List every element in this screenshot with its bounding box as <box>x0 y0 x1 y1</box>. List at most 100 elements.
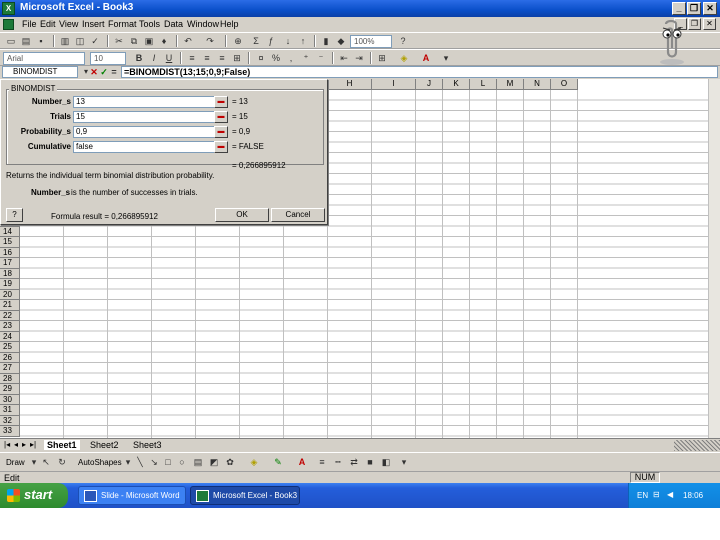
zoom-select[interactable]: 100% <box>350 35 392 48</box>
row-header-29[interactable]: 29 <box>0 384 20 395</box>
menu-tools[interactable]: Tools <box>139 19 160 29</box>
line-icon[interactable]: ╲ <box>134 456 146 468</box>
decrease-indent-icon[interactable]: ⇤ <box>338 52 350 64</box>
network-icon[interactable]: ⊟ <box>653 490 660 499</box>
increase-decimal-icon[interactable]: ⁺ <box>300 52 312 64</box>
format-painter-icon[interactable]: ♦ <box>158 35 170 47</box>
collapse-dialog-icon[interactable]: ▬ <box>214 111 228 123</box>
row-header-28[interactable]: 28 <box>0 373 20 384</box>
row-header-16[interactable]: 16 <box>0 247 20 258</box>
column-header-m[interactable]: M <box>497 79 524 90</box>
increase-indent-icon[interactable]: ⇥ <box>353 52 365 64</box>
fill-color-icon[interactable]: ◈ <box>398 52 410 64</box>
collapse-dialog-icon[interactable]: ▬ <box>214 141 228 153</box>
row-header-19[interactable]: 19 <box>0 279 20 290</box>
menu-file[interactable]: File <box>22 19 37 29</box>
row-header-26[interactable]: 26 <box>0 352 20 363</box>
dash-style-icon[interactable]: ┅ <box>332 456 344 468</box>
spelling-icon[interactable]: ✓ <box>89 35 101 47</box>
row-header-14[interactable]: 14 <box>0 226 20 237</box>
autosum-icon[interactable]: Σ <box>250 35 262 47</box>
column-header-i[interactable]: I <box>372 79 416 90</box>
merge-center-icon[interactable]: ⊞ <box>231 52 243 64</box>
doc-close-button[interactable]: ✕ <box>703 18 716 30</box>
row-header-21[interactable]: 21 <box>0 300 20 311</box>
shadow-style-icon[interactable]: ■ <box>364 456 376 468</box>
ok-button[interactable]: OK <box>215 208 269 222</box>
column-header-k[interactable]: K <box>443 79 470 90</box>
row-header-24[interactable]: 24 <box>0 331 20 342</box>
menu-edit[interactable]: Edit <box>40 19 56 29</box>
column-header-n[interactable]: N <box>524 79 551 90</box>
borders-icon[interactable]: ⊞ <box>376 52 388 64</box>
last-sheet-icon[interactable]: ▸| <box>30 440 36 449</box>
menu-window[interactable]: Window <box>187 19 219 29</box>
rectangle-icon[interactable]: □ <box>162 456 174 468</box>
volume-icon[interactable]: ◀ <box>667 490 673 499</box>
menu-view[interactable]: View <box>59 19 78 29</box>
decrease-decimal-icon[interactable]: ⁻ <box>315 52 327 64</box>
arg-field-cumulative[interactable]: false <box>73 141 228 153</box>
font-color-icon[interactable]: A <box>420 52 432 64</box>
cut-icon[interactable]: ✂ <box>113 35 125 47</box>
autoshapes-dropdown-icon[interactable]: ▾ <box>122 456 134 468</box>
start-button[interactable]: start <box>0 483 68 508</box>
menu-help[interactable]: Help <box>220 19 239 29</box>
collapse-dialog-icon[interactable]: ▬ <box>214 126 228 138</box>
row-header-32[interactable]: 32 <box>0 415 20 426</box>
function-icon[interactable]: ƒ <box>265 35 277 47</box>
help-icon[interactable]: ? <box>397 35 409 47</box>
currency-icon[interactable]: ¤ <box>255 52 267 64</box>
name-box[interactable]: BINOMDIST <box>2 66 78 78</box>
task-word[interactable]: Slide - Microsoft Word <box>78 486 186 505</box>
row-header-15[interactable]: 15 <box>0 237 20 248</box>
draw-menu[interactable]: Draw <box>6 458 25 467</box>
arrow-icon[interactable]: ↘ <box>148 456 160 468</box>
column-header-h[interactable]: H <box>328 79 372 90</box>
print-icon[interactable]: ▥ <box>59 35 71 47</box>
print-preview-icon[interactable]: ◫ <box>74 35 86 47</box>
sort-descending-icon[interactable]: ↑ <box>297 35 309 47</box>
row-header-30[interactable]: 30 <box>0 394 20 405</box>
line-style-icon[interactable]: ≡ <box>316 456 328 468</box>
italic-icon[interactable]: I <box>148 52 160 64</box>
rotate-icon[interactable]: ↻ <box>56 456 68 468</box>
new-icon[interactable]: ▭ <box>5 35 17 47</box>
row-header-18[interactable]: 18 <box>0 268 20 279</box>
bold-icon[interactable]: B <box>133 52 145 64</box>
row-header-31[interactable]: 31 <box>0 405 20 416</box>
workbook-icon[interactable] <box>3 19 14 30</box>
language-indicator[interactable]: EN <box>637 491 648 500</box>
column-header-o[interactable]: O <box>551 79 578 90</box>
autoshapes-menu[interactable]: AutoShapes <box>78 458 122 467</box>
formula-input[interactable]: =BINOMDIST(13;15;0,9;False) <box>121 66 718 78</box>
draw-fill-color-icon[interactable]: ◈ <box>248 456 260 468</box>
redo-icon[interactable]: ↷ <box>204 35 216 47</box>
row-header-20[interactable]: 20 <box>0 289 20 300</box>
line-color-icon[interactable]: ✎ <box>272 456 284 468</box>
arrow-style-icon[interactable]: ⇄ <box>348 456 360 468</box>
arg-field-trials[interactable]: 15 <box>73 111 228 123</box>
align-right-icon[interactable]: ≡ <box>216 52 228 64</box>
help-on-function-button[interactable]: ? <box>6 208 23 222</box>
draw-dropdown-icon[interactable]: ▾ <box>28 456 40 468</box>
sort-ascending-icon[interactable]: ↓ <box>282 35 294 47</box>
menu-data[interactable]: Data <box>164 19 183 29</box>
first-sheet-icon[interactable]: |◂ <box>4 440 10 449</box>
task-excel[interactable]: Microsoft Excel - Book3 <box>190 486 300 505</box>
menu-format[interactable]: Format <box>108 19 137 29</box>
row-header-22[interactable]: 22 <box>0 310 20 321</box>
menu-insert[interactable]: Insert <box>82 19 105 29</box>
equals-icon[interactable]: = <box>108 66 120 78</box>
underline-icon[interactable]: U <box>163 52 175 64</box>
hyperlink-icon[interactable]: ⊕ <box>232 35 244 47</box>
save-icon[interactable]: ▪ <box>35 35 47 47</box>
collapse-dialog-icon[interactable]: ▬ <box>214 96 228 108</box>
row-header-23[interactable]: 23 <box>0 321 20 332</box>
font-size-select[interactable]: 10 <box>90 52 126 65</box>
select-objects-icon[interactable]: ↖ <box>40 456 52 468</box>
doc-restore-button[interactable]: ❐ <box>688 18 701 30</box>
arg-field-probability-s[interactable]: 0,9 <box>73 126 228 138</box>
drawing-icon[interactable]: ◆ <box>335 35 347 47</box>
toolbar-options-icon[interactable]: ▾ <box>440 52 452 64</box>
